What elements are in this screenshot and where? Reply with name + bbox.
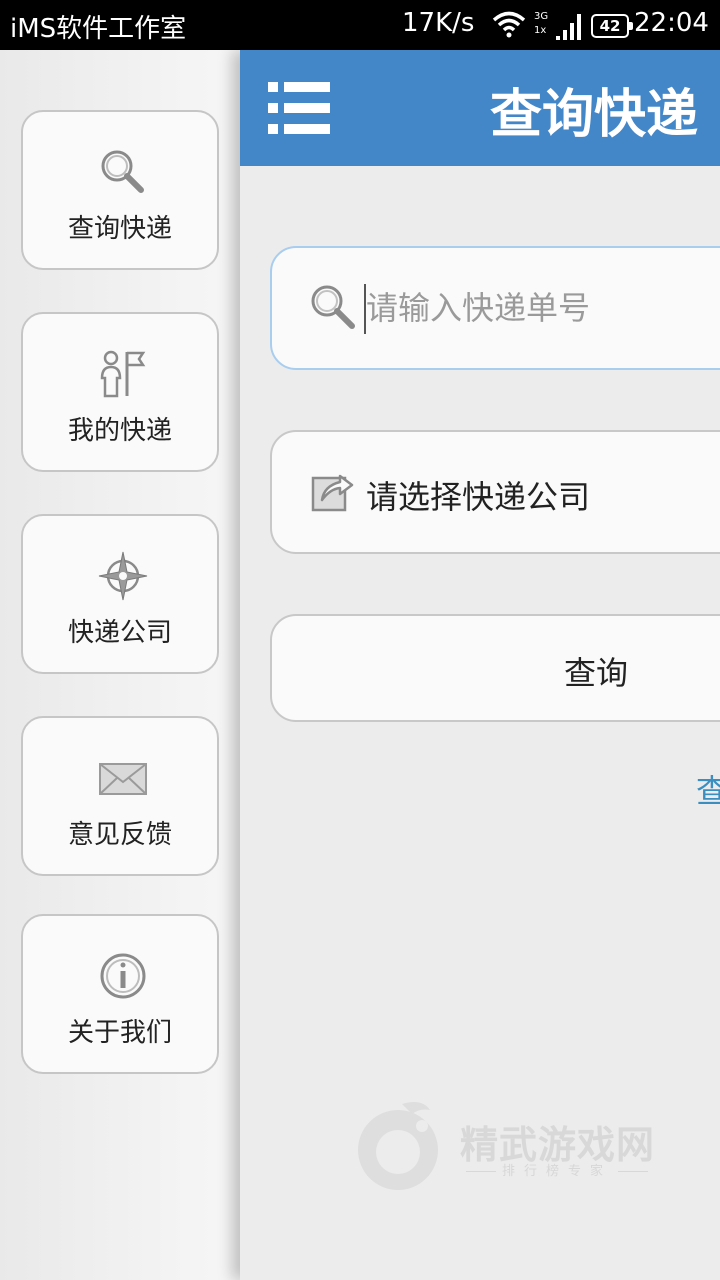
side-menu-item-companies[interactable]: 快递公司: [21, 514, 219, 674]
side-menu-item-label: 快递公司: [67, 618, 172, 648]
query-button[interactable]: 查询: [270, 614, 720, 722]
query-button-label: 查询: [564, 654, 629, 692]
envelope-icon: [99, 763, 147, 795]
status-bar: iMS软件工作室 17K/s 3G 1x 42 22:04: [0, 0, 720, 50]
app-bar: 查询快递: [240, 50, 720, 166]
watermark-tagline: 排行榜专家: [460, 1160, 654, 1179]
side-menu-item-label: 关于我们: [67, 1018, 172, 1048]
side-menu-item-feedback[interactable]: 意见反馈: [21, 716, 219, 876]
side-menu-item-my-packages[interactable]: 我的快递: [21, 312, 219, 472]
side-menu-item-about[interactable]: 关于我们: [21, 914, 219, 1074]
menu-list-icon[interactable]: [268, 80, 330, 136]
edit-share-icon: [311, 474, 354, 512]
tracking-number-field[interactable]: [270, 246, 720, 370]
page-title: 查询快递: [490, 85, 699, 145]
search-icon: [101, 150, 144, 193]
network-type-top: 3G: [534, 11, 549, 22]
status-app-name: iMS软件工作室: [10, 14, 187, 44]
tracking-number-input[interactable]: [366, 278, 720, 338]
search-icon: [311, 285, 355, 329]
watermark-logo-icon: [358, 1102, 438, 1190]
side-menu: 查询快递 我的快递 快递公司 意见反馈 关于我们: [0, 50, 240, 1280]
network-type: 3G 1x: [534, 10, 548, 38]
watermark: 精武游戏网 排行榜专家: [352, 1096, 692, 1196]
battery-icon: 42: [591, 14, 633, 38]
signal-icon: [556, 14, 581, 40]
person-flag-icon: [100, 350, 146, 398]
network-type-bottom: 1x: [534, 25, 547, 36]
info-icon: [100, 953, 146, 999]
company-select-label: 请选择快递公司: [366, 478, 591, 516]
compass-icon: [98, 551, 148, 601]
wifi-icon: [492, 11, 526, 38]
history-link[interactable]: 查: [696, 766, 720, 812]
status-time: 22:04: [634, 8, 709, 38]
side-menu-item-label: 查询快递: [67, 214, 172, 244]
side-menu-item-label: 我的快递: [67, 416, 172, 446]
side-menu-item-query[interactable]: 查询快递: [21, 110, 219, 270]
company-select[interactable]: 请选择快递公司: [270, 430, 720, 554]
status-net-speed: 17K/s: [402, 8, 475, 38]
side-menu-item-label: 意见反馈: [67, 820, 172, 850]
